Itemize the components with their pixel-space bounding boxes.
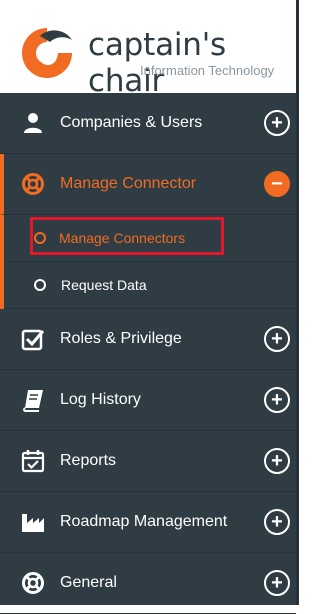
expand-toggle[interactable]: + xyxy=(264,110,290,136)
sidebar-menu: Companies & Users + Manage Connector − M… xyxy=(0,93,296,614)
book-icon xyxy=(21,388,45,412)
industry-icon xyxy=(21,510,45,534)
sidebar-item-roles-privilege[interactable]: Roles & Privilege + xyxy=(0,309,296,370)
expand-toggle[interactable]: + xyxy=(264,570,290,596)
circle-bullet-icon xyxy=(34,279,46,291)
expand-toggle[interactable]: + xyxy=(264,326,290,352)
sidebar: captain's chair Information Technology C… xyxy=(0,0,299,614)
sidebar-item-label: Reports xyxy=(60,452,117,469)
submenu-item-label: Request Data xyxy=(61,277,147,293)
sidebar-item-log-history[interactable]: Log History + xyxy=(0,370,296,431)
sidebar-item-label: Manage Connector xyxy=(60,175,197,192)
sidebar-item-reports[interactable]: Reports + xyxy=(0,431,296,492)
expand-toggle[interactable]: + xyxy=(264,509,290,535)
expand-toggle[interactable]: + xyxy=(264,448,290,474)
circle-bullet-icon xyxy=(34,232,46,244)
brand-tagline: Information Technology xyxy=(140,63,275,78)
expand-toggle[interactable]: + xyxy=(264,387,290,413)
sidebar-item-roadmap-management[interactable]: Roadmap Management + xyxy=(0,492,296,553)
sidebar-item-label: General xyxy=(60,574,117,591)
submenu-item-manage-connectors[interactable]: Manage Connectors xyxy=(4,215,296,262)
check-square-icon xyxy=(21,327,45,351)
life-ring-icon xyxy=(21,172,45,196)
sidebar-item-label: Log History xyxy=(60,391,141,408)
sidebar-item-label: Roadmap Management xyxy=(60,513,228,530)
user-icon xyxy=(21,111,45,135)
collapse-toggle[interactable]: − xyxy=(264,171,290,197)
submenu-manage-connector: Manage Connectors Request Data xyxy=(0,215,296,309)
sidebar-item-manage-connector[interactable]: Manage Connector − xyxy=(0,154,296,215)
life-ring-icon xyxy=(21,571,45,595)
sidebar-item-label: Roles & Privilege xyxy=(60,330,182,347)
submenu-item-request-data[interactable]: Request Data xyxy=(4,262,296,309)
brand-logo[interactable]: captain's chair Information Technology xyxy=(0,0,296,99)
submenu-item-label: Manage Connectors xyxy=(59,230,186,246)
sidebar-item-label: Companies & Users xyxy=(60,114,203,131)
calendar-check-icon xyxy=(21,449,45,473)
sidebar-item-companies-users[interactable]: Companies & Users + xyxy=(0,93,296,154)
brand-logo-mark-icon xyxy=(22,28,72,78)
